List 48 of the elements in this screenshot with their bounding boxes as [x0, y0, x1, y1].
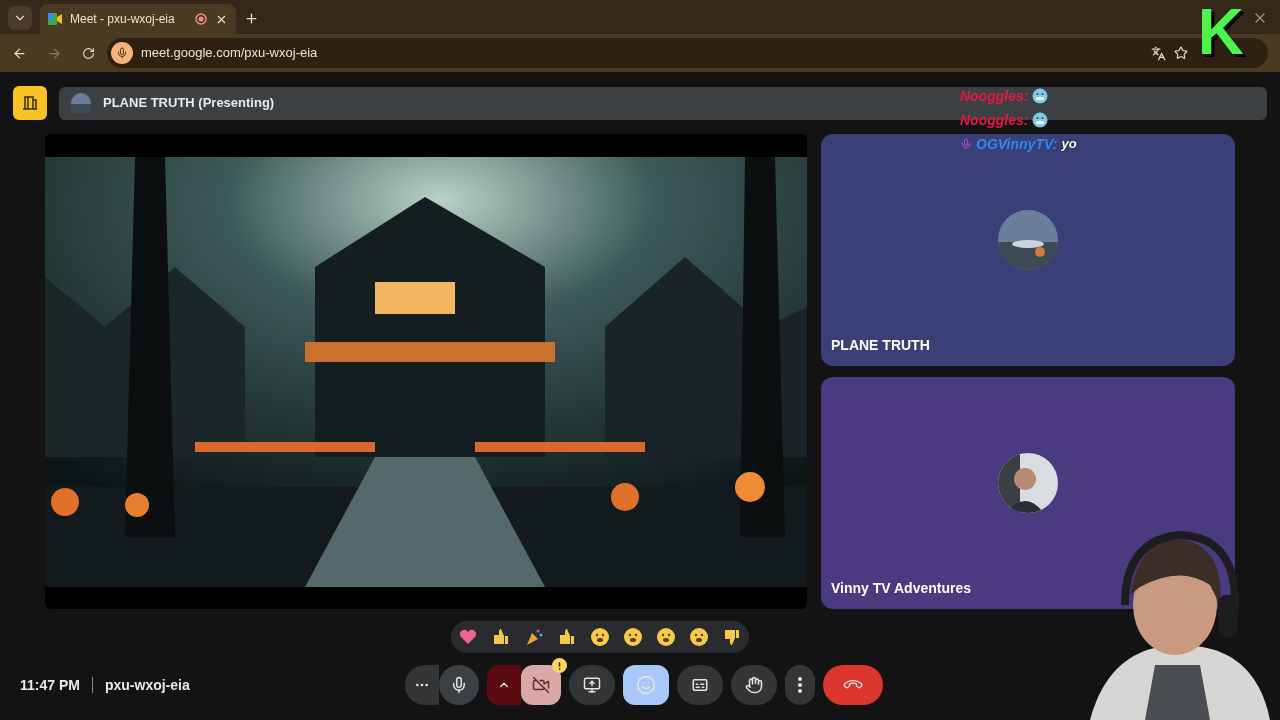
microphone-button[interactable] — [439, 665, 479, 705]
browser-tab[interactable]: Meet - pxu-wxoj-eia — [40, 4, 236, 34]
clock-text: 11:47 PM — [20, 675, 80, 695]
meet-logo-icon — [48, 13, 62, 25]
door-icon — [22, 95, 38, 111]
participant-name: Vinny TV Adventures — [831, 579, 973, 598]
url-text: meet.google.com/pxu-wxoj-eia — [141, 44, 319, 63]
back-icon[interactable] — [12, 45, 27, 61]
sparkling-heart-icon[interactable] — [458, 627, 478, 647]
more-options-button[interactable] — [785, 665, 815, 705]
participant-name: PLANE TRUTH — [831, 336, 931, 355]
surprised-face-icon[interactable] — [623, 627, 643, 647]
meeting-code: pxu-wxoj-eia — [104, 675, 190, 695]
translate-icon[interactable] — [1151, 45, 1166, 61]
reactions-button[interactable] — [623, 665, 669, 705]
chat-username: Nooggles: — [960, 86, 1029, 106]
microphone-icon — [116, 47, 128, 59]
reload-icon[interactable] — [82, 46, 95, 60]
party-popper-icon[interactable] — [524, 627, 544, 647]
bookmark-star-icon[interactable] — [1174, 46, 1188, 60]
smiley-icon — [636, 675, 656, 695]
exit-room-button[interactable] — [13, 86, 47, 120]
presenter-avatar-icon — [71, 93, 91, 113]
chat-username: OGVinnyTV: — [976, 134, 1058, 154]
microphone-badge[interactable] — [111, 42, 133, 64]
present-screen-button[interactable] — [569, 665, 615, 705]
thumbs-down-icon[interactable] — [722, 627, 742, 647]
captions-button[interactable] — [677, 665, 723, 705]
hand-icon — [745, 676, 763, 694]
leave-call-button[interactable] — [823, 665, 883, 705]
raise-hand-button[interactable] — [731, 665, 777, 705]
cold-face-icon — [1032, 88, 1049, 104]
microphone-icon — [450, 676, 468, 694]
exclamation-icon — [558, 661, 561, 670]
captions-icon — [691, 676, 709, 694]
camera-off-icon — [532, 676, 550, 694]
camera-button[interactable] — [521, 665, 561, 705]
cold-face-icon — [1032, 112, 1049, 128]
more-vertical-icon — [798, 677, 802, 693]
tab-title: Meet - pxu-wxoj-eia — [70, 11, 176, 28]
chat-username: Nooggles: — [960, 110, 1029, 130]
forward-icon[interactable] — [47, 45, 62, 61]
thumbs-up-icon[interactable] — [491, 627, 511, 647]
present-screen-icon — [583, 676, 601, 694]
new-tab-icon[interactable] — [244, 11, 259, 26]
presenter-label: PLANE TRUTH (Presenting) — [103, 94, 275, 113]
chat-message: yo — [1061, 135, 1077, 154]
tab-list-button[interactable] — [8, 6, 32, 30]
